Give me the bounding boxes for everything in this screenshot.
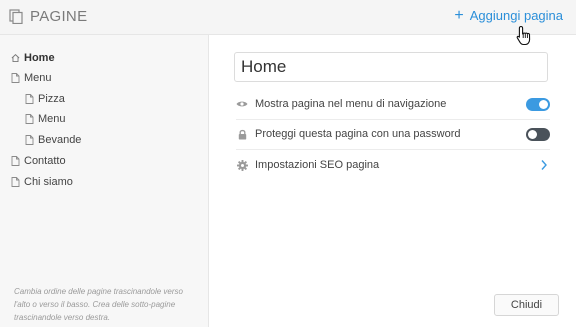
setting-label: Impostazioni SEO pagina — [255, 159, 380, 171]
sidebar-item-contatto[interactable]: Contatto — [11, 155, 66, 167]
page-settings-panel: Mostra pagina nel menu di navigazione Pr… — [210, 35, 576, 327]
add-page-button[interactable]: + Aggiungi pagina — [454, 7, 563, 24]
sidebar-item-label: Pizza — [38, 93, 65, 105]
setting-seo[interactable]: Impostazioni SEO pagina — [236, 154, 550, 176]
plus-icon: + — [454, 7, 464, 24]
sidebar-item-bevande[interactable]: Bevande — [25, 134, 81, 146]
sidebar: Home Menu Pizza Menu Bevande Contatto Ch… — [0, 35, 209, 327]
pages-icon — [9, 9, 23, 24]
add-page-label: Aggiungi pagina — [469, 8, 563, 23]
home-icon — [11, 54, 20, 63]
sidebar-item-label: Bevande — [38, 134, 82, 146]
setting-label: Mostra pagina nel menu di navigazione — [255, 98, 447, 110]
sidebar-item-label: Menu — [38, 113, 66, 125]
sidebar-item-menu[interactable]: Menu — [11, 72, 52, 84]
eye-icon — [236, 98, 248, 110]
show-in-nav-toggle[interactable] — [526, 98, 550, 111]
page-icon — [25, 135, 34, 145]
setting-label: Proteggi questa pagina con una password — [255, 128, 461, 140]
setting-password: Proteggi questa pagina con una password — [236, 123, 550, 145]
close-button[interactable]: Chiudi — [494, 294, 559, 316]
gear-icon — [236, 159, 248, 171]
page-name-input[interactable] — [234, 52, 548, 82]
setting-show-in-nav: Mostra pagina nel menu di navigazione — [236, 93, 550, 115]
sidebar-item-menu-sub[interactable]: Menu — [25, 113, 66, 125]
password-toggle[interactable] — [526, 128, 550, 141]
lock-icon — [236, 128, 248, 140]
sidebar-item-label: Home — [24, 52, 55, 64]
page-icon — [11, 73, 20, 83]
chevron-right-icon — [541, 160, 547, 170]
divider — [236, 149, 550, 150]
page-icon — [11, 156, 20, 166]
sidebar-item-label: Contatto — [24, 155, 66, 167]
page-icon — [25, 94, 34, 104]
sidebar-item-home[interactable]: Home — [11, 52, 55, 64]
sidebar-item-label: Menu — [24, 72, 52, 84]
sidebar-item-pizza[interactable]: Pizza — [25, 93, 65, 105]
page-icon — [11, 177, 20, 187]
header: PAGINE + Aggiungi pagina — [0, 0, 576, 35]
page-title: PAGINE — [30, 8, 88, 25]
divider — [236, 119, 550, 120]
reorder-hint: Cambia ordine delle pagine trascinandole… — [14, 287, 183, 322]
sidebar-item-label: Chi siamo — [24, 176, 73, 188]
sidebar-item-chi-siamo[interactable]: Chi siamo — [11, 176, 73, 188]
page-icon — [25, 114, 34, 124]
